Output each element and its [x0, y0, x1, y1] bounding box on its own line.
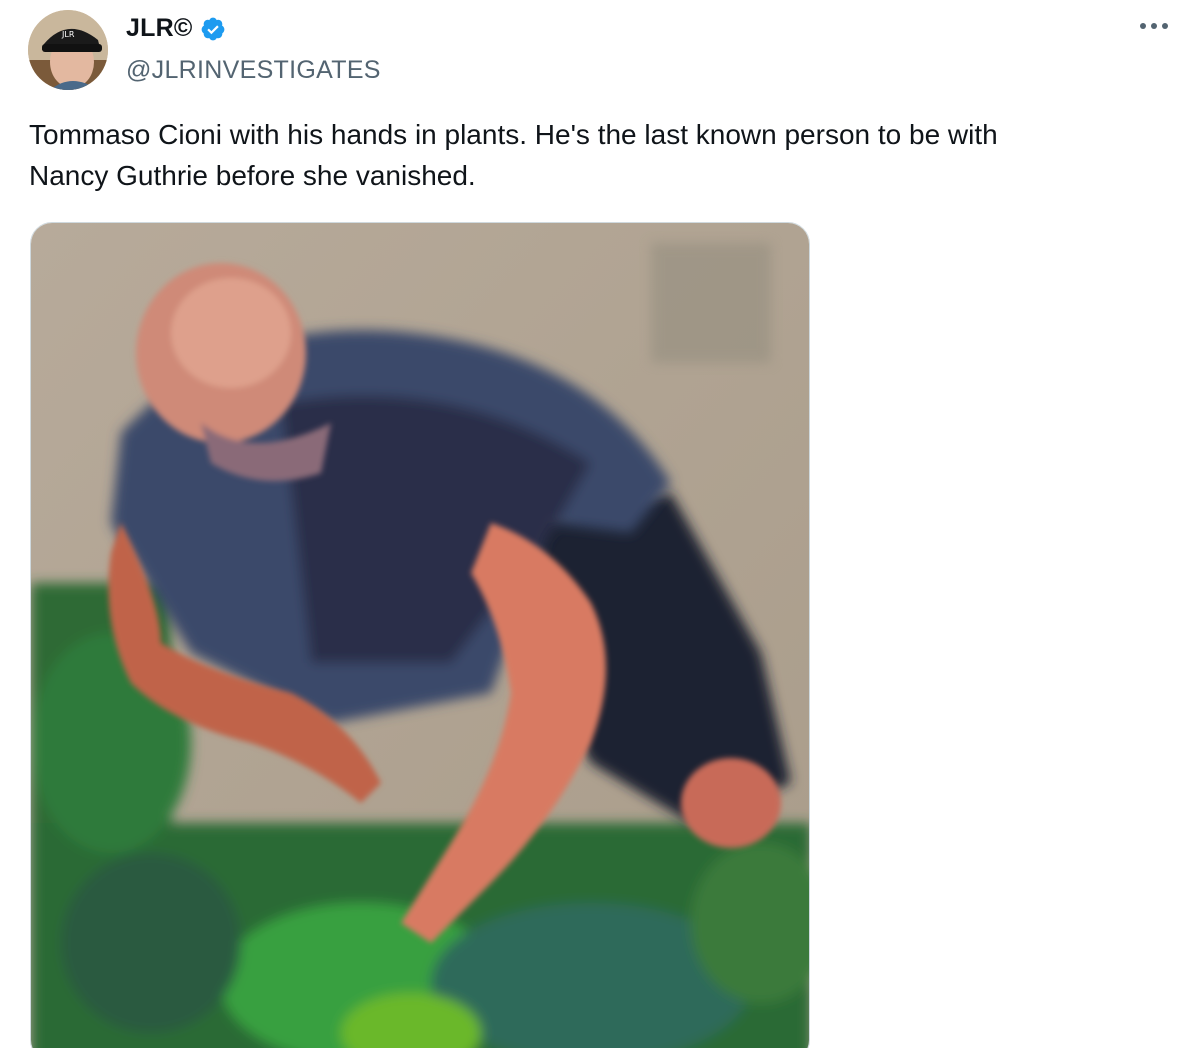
photo-image [31, 223, 809, 1048]
author-name-row: JLR© [126, 14, 226, 43]
author-display-name[interactable]: JLR© [126, 14, 192, 43]
author-handle[interactable]: @JLRINVESTIGATES [126, 56, 381, 85]
verified-badge-icon[interactable] [200, 16, 226, 42]
tweet-card: JLR JLR© @JLRINVESTIGATES Tommaso Cioni … [0, 0, 1200, 1048]
tweet-text: Tommaso Cioni with his hands in plants. … [29, 119, 998, 191]
avatar-image: JLR [28, 10, 108, 90]
more-horizontal-icon[interactable] [1136, 12, 1172, 40]
avatar-cap-text: JLR [61, 30, 75, 39]
author-avatar[interactable]: JLR [28, 10, 108, 90]
tweet-photo[interactable] [30, 222, 810, 1048]
